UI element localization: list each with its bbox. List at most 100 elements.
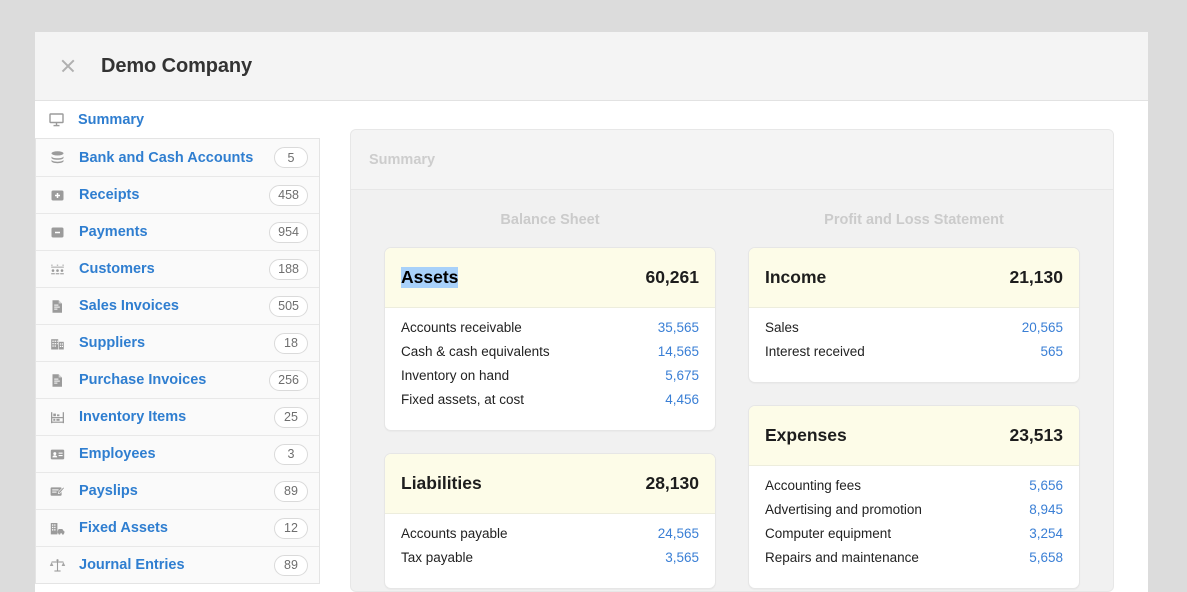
assets-card-total: 60,261 bbox=[645, 267, 699, 288]
sidebar-item-count: 954 bbox=[269, 222, 308, 243]
list-item[interactable]: Accounts receivable 35,565 bbox=[401, 320, 699, 344]
row-label: Tax payable bbox=[401, 550, 473, 565]
invoice-document-icon bbox=[48, 371, 67, 390]
row-amount[interactable]: 8,945 bbox=[1029, 502, 1063, 517]
sidebar-nav-list: Bank and Cash Accounts 5 Receipts 458 bbox=[35, 138, 320, 584]
window-titlebar: Demo Company bbox=[35, 32, 1148, 101]
sidebar: Summary Bank and Cash Accounts 5 bbox=[35, 101, 320, 592]
row-amount[interactable]: 3,254 bbox=[1029, 526, 1063, 541]
row-label: Accounting fees bbox=[765, 478, 861, 493]
sidebar-item-count: 18 bbox=[274, 333, 308, 354]
company-window: Demo Company Summary bbox=[35, 32, 1148, 592]
list-item[interactable]: Advertising and promotion 8,945 bbox=[765, 502, 1063, 526]
sidebar-item-label: Employees bbox=[79, 446, 274, 462]
list-item[interactable]: Accounting fees 5,656 bbox=[765, 478, 1063, 502]
sidebar-item-summary[interactable]: Summary bbox=[35, 101, 320, 138]
invoice-document-icon bbox=[48, 297, 67, 316]
assets-card[interactable]: Assets 60,261 Accounts receivable 35,565… bbox=[384, 247, 716, 431]
sidebar-item-employees[interactable]: Employees 3 bbox=[36, 435, 319, 472]
assets-card-title: Assets bbox=[401, 267, 458, 288]
sidebar-item-label: Payslips bbox=[79, 483, 274, 499]
expenses-card[interactable]: Expenses 23,513 Accounting fees 5,656 Ad… bbox=[748, 405, 1080, 589]
building-car-icon bbox=[48, 519, 67, 538]
sidebar-item-label: Fixed Assets bbox=[79, 520, 274, 536]
list-item[interactable]: Inventory on hand 5,675 bbox=[401, 368, 699, 392]
row-amount[interactable]: 3,565 bbox=[665, 550, 699, 565]
sidebar-item-bank-and-cash-accounts[interactable]: Bank and Cash Accounts 5 bbox=[36, 139, 319, 176]
row-amount[interactable]: 24,565 bbox=[658, 526, 699, 541]
sidebar-item-label: Inventory Items bbox=[79, 409, 274, 425]
row-amount[interactable]: 5,675 bbox=[665, 368, 699, 383]
sidebar-item-receipts[interactable]: Receipts 458 bbox=[36, 176, 319, 213]
sidebar-item-label: Suppliers bbox=[79, 335, 274, 351]
sidebar-item-purchase-invoices[interactable]: Purchase Invoices 256 bbox=[36, 361, 319, 398]
sidebar-item-label: Receipts bbox=[79, 187, 269, 203]
list-item[interactable]: Repairs and maintenance 5,658 bbox=[765, 550, 1063, 574]
income-card-title: Income bbox=[765, 267, 826, 288]
row-label: Computer equipment bbox=[765, 526, 891, 541]
profit-and-loss-title: Profit and Loss Statement bbox=[748, 212, 1080, 228]
document-pen-icon bbox=[48, 482, 67, 501]
row-label: Inventory on hand bbox=[401, 368, 509, 383]
sidebar-item-customers[interactable]: Customers 188 bbox=[36, 250, 319, 287]
sidebar-item-sales-invoices[interactable]: Sales Invoices 505 bbox=[36, 287, 319, 324]
balance-sheet-title: Balance Sheet bbox=[384, 212, 716, 228]
row-amount[interactable]: 5,656 bbox=[1029, 478, 1063, 493]
customers-icon bbox=[48, 260, 67, 279]
sidebar-item-inventory-items[interactable]: Inventory Items 25 bbox=[36, 398, 319, 435]
sidebar-item-payslips[interactable]: Payslips 89 bbox=[36, 472, 319, 509]
close-icon[interactable] bbox=[57, 55, 79, 77]
list-item[interactable]: Cash & cash equivalents 14,565 bbox=[401, 344, 699, 368]
sidebar-item-label: Purchase Invoices bbox=[79, 372, 269, 388]
income-card[interactable]: Income 21,130 Sales 20,565 Interest rece… bbox=[748, 247, 1080, 383]
summary-panel: Summary Balance Sheet Assets 60,261 Acco bbox=[350, 129, 1114, 592]
liabilities-card-title: Liabilities bbox=[401, 473, 482, 494]
row-amount[interactable]: 565 bbox=[1040, 344, 1063, 359]
expenses-card-total: 23,513 bbox=[1009, 425, 1063, 446]
expenses-card-header: Expenses 23,513 bbox=[749, 406, 1079, 466]
summary-panel-title: Summary bbox=[351, 130, 1113, 190]
row-label: Repairs and maintenance bbox=[765, 550, 919, 565]
page-title: Demo Company bbox=[101, 55, 252, 78]
row-amount[interactable]: 35,565 bbox=[658, 320, 699, 335]
sidebar-item-count: 505 bbox=[269, 296, 308, 317]
liabilities-card-header: Liabilities 28,130 bbox=[385, 454, 715, 514]
row-amount[interactable]: 4,456 bbox=[665, 392, 699, 407]
balance-sheet-column: Balance Sheet Assets 60,261 Accounts rec… bbox=[384, 212, 716, 592]
income-card-header: Income 21,130 bbox=[749, 248, 1079, 308]
list-item[interactable]: Interest received 565 bbox=[765, 344, 1063, 368]
scales-icon bbox=[48, 556, 67, 575]
row-label: Cash & cash equivalents bbox=[401, 344, 550, 359]
sidebar-item-count: 89 bbox=[274, 555, 308, 576]
sidebar-item-count: 188 bbox=[269, 259, 308, 280]
row-amount[interactable]: 5,658 bbox=[1029, 550, 1063, 565]
list-item[interactable]: Tax payable 3,565 bbox=[401, 550, 699, 574]
sidebar-item-label: Bank and Cash Accounts bbox=[79, 150, 274, 166]
list-item[interactable]: Sales 20,565 bbox=[765, 320, 1063, 344]
sidebar-item-fixed-assets[interactable]: Fixed Assets 12 bbox=[36, 509, 319, 546]
sidebar-item-payments[interactable]: Payments 954 bbox=[36, 213, 319, 250]
id-card-icon bbox=[48, 445, 67, 464]
sidebar-item-count: 12 bbox=[274, 518, 308, 539]
row-label: Interest received bbox=[765, 344, 865, 359]
liabilities-card[interactable]: Liabilities 28,130 Accounts payable 24,5… bbox=[384, 453, 716, 589]
income-card-rows: Sales 20,565 Interest received 565 bbox=[749, 308, 1079, 382]
sidebar-item-count: 25 bbox=[274, 407, 308, 428]
coins-stack-icon bbox=[48, 148, 67, 167]
main-content: Summary Balance Sheet Assets 60,261 Acco bbox=[320, 101, 1148, 592]
list-item[interactable]: Computer equipment 3,254 bbox=[765, 526, 1063, 550]
sidebar-item-journal-entries[interactable]: Journal Entries 89 bbox=[36, 546, 319, 583]
inventory-shelf-icon bbox=[48, 408, 67, 427]
liabilities-card-total: 28,130 bbox=[645, 473, 699, 494]
sidebar-item-count: 5 bbox=[274, 147, 308, 168]
window-body: Summary Bank and Cash Accounts 5 bbox=[35, 101, 1148, 592]
sidebar-item-label: Payments bbox=[79, 224, 269, 240]
minus-square-icon bbox=[48, 223, 67, 242]
list-item[interactable]: Fixed assets, at cost 4,456 bbox=[401, 392, 699, 416]
list-item[interactable]: Accounts payable 24,565 bbox=[401, 526, 699, 550]
row-amount[interactable]: 14,565 bbox=[658, 344, 699, 359]
row-amount[interactable]: 20,565 bbox=[1022, 320, 1063, 335]
plus-square-icon bbox=[48, 186, 67, 205]
sidebar-item-suppliers[interactable]: Suppliers 18 bbox=[36, 324, 319, 361]
sidebar-item-count: 458 bbox=[269, 185, 308, 206]
